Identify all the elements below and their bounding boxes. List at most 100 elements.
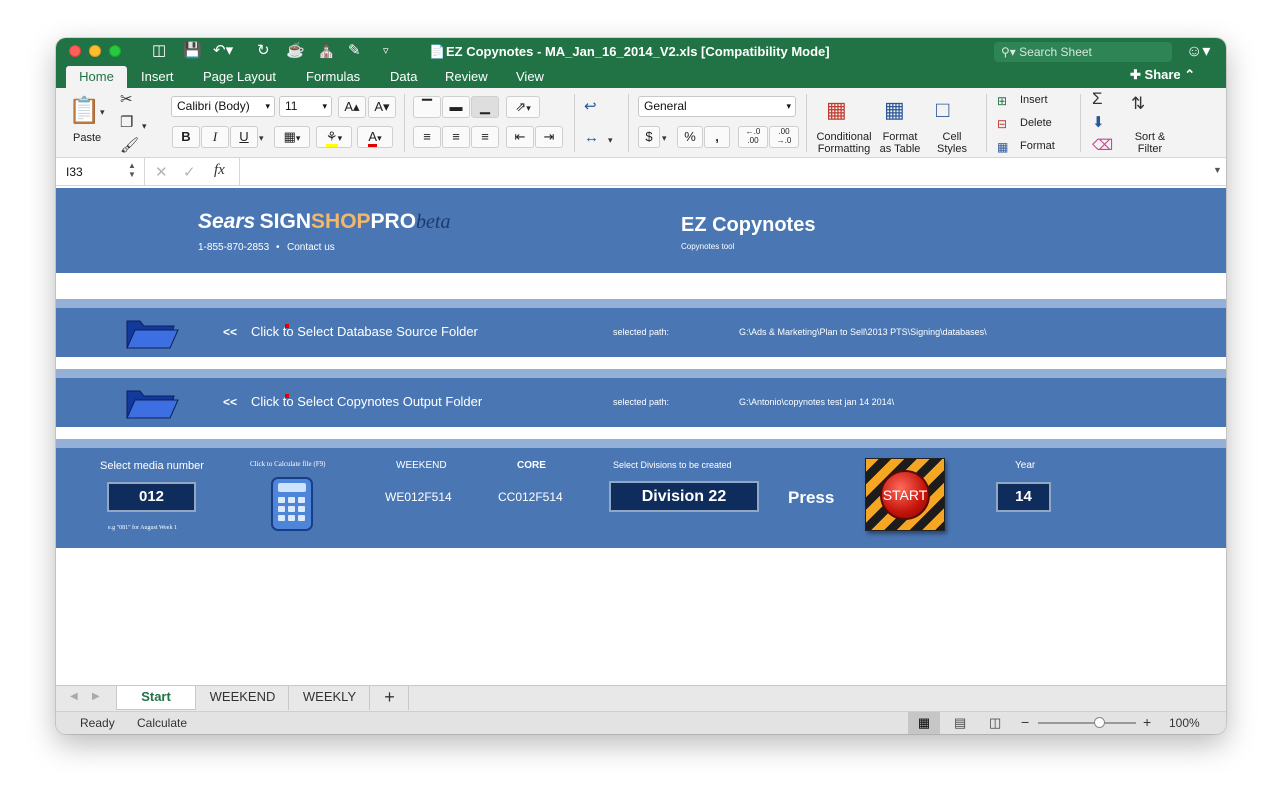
calculate-status-button[interactable]: Calculate bbox=[137, 716, 187, 730]
font-size-select[interactable]: 11 ▾ bbox=[279, 96, 332, 117]
feedback-smiley-icon[interactable]: ☺▾ bbox=[1186, 41, 1210, 61]
align-top-button[interactable]: ▔ bbox=[413, 96, 441, 118]
font-color-button[interactable]: A▾ bbox=[357, 126, 393, 148]
underline-button[interactable]: U bbox=[230, 126, 258, 148]
scroll-tabs-left-icon[interactable]: ◀ bbox=[70, 691, 78, 702]
tab-review[interactable]: Review bbox=[445, 68, 488, 86]
scroll-tabs-right-icon[interactable]: ▶ bbox=[92, 691, 100, 702]
search-sheet-input[interactable]: ⚲▾ Search Sheet bbox=[994, 42, 1172, 62]
decrease-font-size-button[interactable]: A▾ bbox=[368, 96, 396, 118]
tab-insert[interactable]: Insert bbox=[141, 68, 174, 86]
database-folder-icon[interactable] bbox=[124, 312, 180, 352]
sheet-tab-weekend[interactable]: WEEKEND bbox=[197, 686, 289, 710]
borders-button[interactable]: ▦▾ bbox=[274, 126, 310, 148]
tab-home[interactable]: Home bbox=[66, 66, 127, 88]
merge-center-icon[interactable]: ↔ bbox=[584, 130, 599, 146]
redo-icon[interactable]: ↻ bbox=[257, 43, 270, 59]
insert-cells-button[interactable]: Insert bbox=[1020, 94, 1048, 106]
orientation-button[interactable]: ⇗▾ bbox=[506, 96, 540, 118]
output-folder-icon[interactable] bbox=[124, 382, 180, 422]
tab-view[interactable]: View bbox=[516, 68, 544, 86]
insert-cells-icon[interactable]: ⊞ bbox=[997, 93, 1007, 109]
align-left-button[interactable]: ≡ bbox=[413, 126, 441, 148]
conditional-formatting-icon[interactable]: ▦ bbox=[826, 98, 847, 122]
paste-dropdown-icon[interactable]: ▾ bbox=[100, 104, 105, 120]
decrease-indent-button[interactable]: ⇤ bbox=[506, 126, 534, 148]
currency-button[interactable]: $ bbox=[638, 126, 660, 148]
clear-icon[interactable]: ⌫ bbox=[1092, 138, 1113, 154]
underline-dropdown-icon[interactable]: ▾ bbox=[259, 130, 264, 146]
font-name-select[interactable]: Calibri (Body) ▾ bbox=[171, 96, 275, 117]
year-input[interactable]: 14 bbox=[996, 482, 1051, 512]
zoom-out-button[interactable]: − bbox=[1021, 714, 1029, 730]
worksheet[interactable]: Sears SIGNSHOPPRObeta 1-855-870-2853 • C… bbox=[56, 186, 1226, 685]
undo-icon[interactable]: ↶▾ bbox=[213, 43, 233, 59]
cell-styles-icon[interactable]: □ bbox=[936, 98, 949, 122]
close-window-button[interactable] bbox=[69, 45, 81, 57]
tab-page-layout[interactable]: Page Layout bbox=[203, 68, 276, 86]
normal-view-icon[interactable]: ▦ bbox=[908, 712, 940, 734]
cut-icon[interactable]: ✂ bbox=[120, 92, 133, 108]
tab-formulas[interactable]: Formulas bbox=[306, 68, 360, 86]
delete-cells-button[interactable]: Delete bbox=[1020, 117, 1052, 129]
zoom-in-button[interactable]: + bbox=[1143, 714, 1151, 730]
quick-access-icon-1[interactable]: ☕ bbox=[286, 43, 305, 59]
enter-icon[interactable]: ✓ bbox=[183, 163, 196, 181]
calculator-icon[interactable] bbox=[270, 476, 316, 532]
increase-decimal-button[interactable]: ←.0.00 bbox=[738, 126, 768, 148]
align-middle-button[interactable]: ▬ bbox=[442, 96, 470, 118]
increase-indent-button[interactable]: ⇥ bbox=[535, 126, 563, 148]
start-button[interactable]: START bbox=[865, 458, 945, 531]
bold-button[interactable]: B bbox=[172, 126, 200, 148]
align-right-button[interactable]: ≡ bbox=[471, 126, 499, 148]
copy-icon[interactable]: ❐ bbox=[120, 115, 133, 131]
customize-toolbar-icon[interactable]: ▿ bbox=[383, 43, 389, 59]
name-box[interactable]: I33 bbox=[66, 165, 83, 179]
format-cells-icon[interactable]: ▦ bbox=[997, 139, 1008, 155]
decrease-decimal-button[interactable]: .00 →.0 bbox=[769, 126, 799, 148]
tab-data[interactable]: Data bbox=[390, 68, 417, 86]
contact-link[interactable]: Contact us bbox=[287, 242, 335, 253]
format-painter-icon[interactable]: 🖌 bbox=[120, 138, 139, 154]
division-select[interactable]: Division 22 bbox=[609, 481, 759, 512]
page-break-view-icon[interactable]: ◫ bbox=[989, 715, 1001, 731]
quick-access-icon-2[interactable]: ⛪ bbox=[317, 43, 336, 59]
delete-cells-icon[interactable]: ⊟ bbox=[997, 116, 1007, 132]
fill-icon[interactable]: ⬇ bbox=[1092, 115, 1105, 131]
save-icon[interactable]: 💾 bbox=[183, 43, 202, 59]
percent-button[interactable]: % bbox=[677, 126, 703, 148]
copy-dropdown-icon[interactable]: ▾ bbox=[142, 118, 147, 134]
fill-color-button[interactable]: ⚘▾ bbox=[316, 126, 352, 148]
number-format-select[interactable]: General ▾ bbox=[638, 96, 796, 117]
zoom-slider[interactable] bbox=[1038, 722, 1136, 724]
italic-button[interactable]: I bbox=[201, 126, 229, 148]
cancel-icon[interactable]: ✕ bbox=[155, 163, 168, 181]
comma-button[interactable]: , bbox=[704, 126, 730, 148]
sort-filter-icon[interactable]: ⇅ bbox=[1131, 95, 1145, 112]
add-sheet-button[interactable]: + bbox=[371, 686, 409, 710]
paste-icon[interactable]: 📋 bbox=[68, 96, 100, 124]
align-center-button[interactable]: ≡ bbox=[442, 126, 470, 148]
align-bottom-button[interactable]: ▁ bbox=[471, 96, 499, 118]
sheet-tab-start[interactable]: Start bbox=[116, 686, 196, 710]
quick-access-icon-3[interactable]: ✎ bbox=[348, 43, 361, 59]
sheet-tab-weekly[interactable]: WEEKLY bbox=[290, 686, 370, 710]
minimize-window-button[interactable] bbox=[89, 45, 101, 57]
sidebar-toggle-icon[interactable]: ◫ bbox=[152, 43, 166, 59]
share-button[interactable]: ✚ Share ⌃ bbox=[1130, 67, 1195, 83]
media-number-input[interactable]: 012 bbox=[107, 482, 196, 512]
insert-function-button[interactable]: fx bbox=[214, 162, 225, 179]
page-layout-view-icon[interactable]: ▤ bbox=[954, 715, 966, 731]
format-cells-button[interactable]: Format bbox=[1020, 140, 1055, 152]
autosum-icon[interactable]: Σ bbox=[1092, 90, 1103, 107]
increase-font-size-button[interactable]: A▴ bbox=[338, 96, 366, 118]
collapse-ribbon-icon[interactable]: ⌃ bbox=[1184, 67, 1195, 82]
merge-dropdown-icon[interactable]: ▾ bbox=[608, 132, 613, 148]
name-box-stepper-icon[interactable]: ▲ ▼ bbox=[128, 161, 136, 179]
wrap-text-icon[interactable]: ↩ bbox=[584, 99, 597, 115]
zoom-slider-thumb[interactable] bbox=[1094, 717, 1106, 728]
expand-formula-icon[interactable]: ▼ bbox=[1213, 165, 1222, 175]
zoom-window-button[interactable] bbox=[109, 45, 121, 57]
format-as-table-icon[interactable]: ▦ bbox=[884, 98, 905, 122]
currency-dropdown-icon[interactable]: ▾ bbox=[662, 130, 667, 146]
